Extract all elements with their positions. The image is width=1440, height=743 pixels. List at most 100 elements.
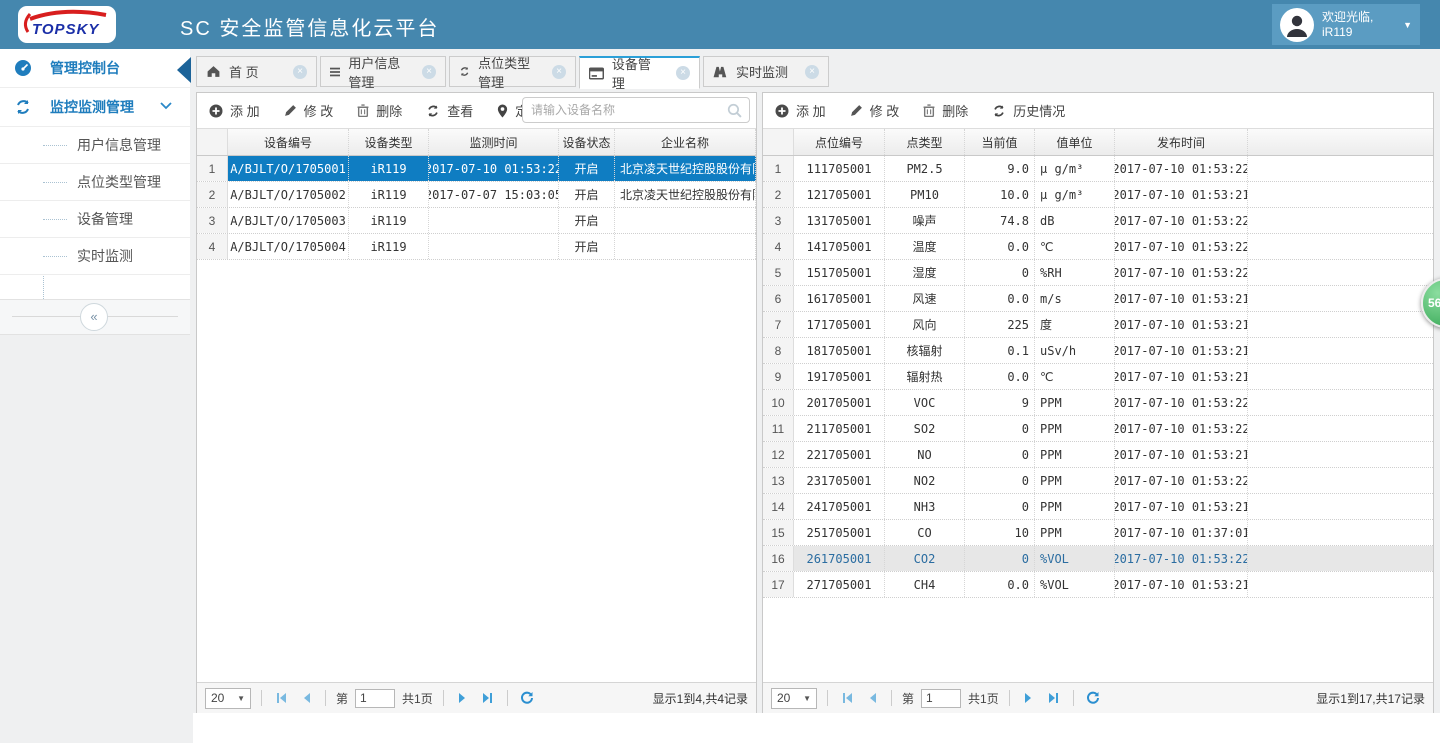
- column-header[interactable]: 企业名称: [615, 129, 756, 155]
- tab-realtime[interactable]: 实时监测 ×: [703, 56, 829, 87]
- sidebar-item-user-info[interactable]: 用户信息管理: [0, 127, 190, 164]
- column-header[interactable]: 发布时间: [1115, 129, 1248, 155]
- table-row[interactable]: 1A/BJLT/O/1705001iR1192017-07-10 01:53:2…: [197, 156, 756, 182]
- table-row[interactable]: 1111705001PM2.59.0μ g/m³2017-07-10 01:53…: [763, 156, 1433, 182]
- table-row[interactable]: 9191705001辐射热0.0℃2017-07-10 01:53:21: [763, 364, 1433, 390]
- table-row[interactable]: 8181705001核辐射0.1uSv/h2017-07-10 01:53:21: [763, 338, 1433, 364]
- close-icon[interactable]: ×: [676, 66, 690, 80]
- page-number-input[interactable]: [921, 689, 961, 708]
- column-header[interactable]: 监测时间: [429, 129, 559, 155]
- tab-user-info[interactable]: 用户信息管理 ×: [320, 56, 446, 87]
- prev-page-button[interactable]: [297, 689, 315, 707]
- sidebar-item-label: 用户信息管理: [77, 135, 161, 155]
- table-row[interactable]: 2121705001PM1010.0μ g/m³2017-07-10 01:53…: [763, 182, 1433, 208]
- point-table: 点位编号点类型当前值值单位发布时间 1111705001PM2.59.0μ g/…: [763, 128, 1433, 683]
- edit-button[interactable]: 修 改: [850, 101, 900, 120]
- table-cell: dB: [1035, 208, 1115, 233]
- table-cell: NO2: [885, 468, 965, 493]
- close-icon[interactable]: ×: [552, 65, 566, 79]
- close-icon[interactable]: ×: [805, 65, 819, 79]
- close-icon[interactable]: ×: [422, 65, 436, 79]
- page-size-select[interactable]: 20 ▼: [205, 688, 251, 709]
- next-page-button[interactable]: [1020, 689, 1038, 707]
- table-cell: CO: [885, 520, 965, 545]
- table-cell: 2017-07-10 01:53:21: [1115, 312, 1248, 337]
- delete-icon: [923, 104, 935, 117]
- tab-point-type[interactable]: 点位类型管理 ×: [449, 56, 576, 87]
- table-cell: [429, 208, 559, 233]
- table-row[interactable]: 11211705001SO20PPM2017-07-10 01:53:22: [763, 416, 1433, 442]
- add-button[interactable]: 添 加: [209, 101, 260, 120]
- edit-button[interactable]: 修 改: [284, 101, 334, 120]
- table-row[interactable]: 14241705001NH30PPM2017-07-10 01:53:21: [763, 494, 1433, 520]
- table-cell: 221705001: [794, 442, 885, 467]
- table-cell: uSv/h: [1035, 338, 1115, 363]
- table-cell: iR119: [349, 156, 429, 181]
- table-cell: VOC: [885, 390, 965, 415]
- table-row[interactable]: 2A/BJLT/O/1705002iR1192017-07-07 15:03:0…: [197, 182, 756, 208]
- table-cell: CH4: [885, 572, 965, 597]
- table-row[interactable]: 4A/BJLT/O/1705004iR119开启: [197, 234, 756, 260]
- table-row[interactable]: 16261705001CO20%VOL2017-07-10 01:53:22: [763, 546, 1433, 572]
- table-row[interactable]: 17271705001CH40.0%VOL2017-07-10 01:53:21: [763, 572, 1433, 598]
- table-row[interactable]: 7171705001风向225度2017-07-10 01:53:21: [763, 312, 1433, 338]
- row-number: 1: [197, 156, 228, 181]
- table-row[interactable]: 15251705001CO10PPM2017-07-10 01:37:01: [763, 520, 1433, 546]
- table-cell: CO2: [885, 546, 965, 571]
- search-input[interactable]: [522, 97, 750, 123]
- table-row[interactable]: 3A/BJLT/O/1705003iR119开启: [197, 208, 756, 234]
- column-header[interactable]: 设备类型: [349, 129, 429, 155]
- tab-label: 用户信息管理: [348, 53, 406, 91]
- table-row[interactable]: 5151705001湿度0%RH2017-07-10 01:53:22: [763, 260, 1433, 286]
- sidebar-item-device[interactable]: 设备管理: [0, 201, 190, 238]
- prev-page-button[interactable]: [863, 689, 881, 707]
- table-row[interactable]: 4141705001温度0.0℃2017-07-10 01:53:22: [763, 234, 1433, 260]
- table-row[interactable]: 6161705001风速0.0m/s2017-07-10 01:53:21: [763, 286, 1433, 312]
- topbar: TOPSKY SC 安全监管信息化云平台 欢迎光临, iR119 ▼: [0, 0, 1440, 49]
- table-row[interactable]: 10201705001VOC9PPM2017-07-10 01:53:22: [763, 390, 1433, 416]
- sidebar-section-dashboard[interactable]: 管理控制台: [0, 49, 190, 88]
- collapse-sidebar-button[interactable]: «: [80, 303, 108, 331]
- table-cell: NH3: [885, 494, 965, 519]
- last-page-button[interactable]: [1045, 689, 1063, 707]
- tabbar: 首 页 × 用户信息管理 × 点位类型管理 × 设备管理 × 实时监测 ×: [196, 56, 829, 87]
- close-icon[interactable]: ×: [293, 65, 307, 79]
- refresh-button[interactable]: [1084, 689, 1102, 707]
- sidebar-item-label: 实时监测: [77, 246, 133, 266]
- sidebar-item-realtime[interactable]: 实时监测: [0, 238, 190, 275]
- column-header[interactable]: 点位编号: [794, 129, 885, 155]
- add-button[interactable]: 添 加: [775, 101, 826, 120]
- page-number-input[interactable]: [355, 689, 395, 708]
- column-header[interactable]: 当前值: [965, 129, 1035, 155]
- first-page-button[interactable]: [272, 689, 290, 707]
- table-row[interactable]: 3131705001噪声74.8dB2017-07-10 01:53:22: [763, 208, 1433, 234]
- refresh-button[interactable]: [518, 689, 536, 707]
- history-button[interactable]: 历史情况: [992, 101, 1065, 120]
- column-header[interactable]: 设备编号: [228, 129, 349, 155]
- sidebar-item-point-type[interactable]: 点位类型管理: [0, 164, 190, 201]
- table-cell: 121705001: [794, 182, 885, 207]
- delete-button[interactable]: 删除: [923, 101, 968, 120]
- row-number: 5: [763, 260, 794, 285]
- sidebar-section-monitoring[interactable]: 监控监测管理: [0, 88, 190, 127]
- tab-home[interactable]: 首 页 ×: [196, 56, 317, 87]
- table-cell: SO2: [885, 416, 965, 441]
- table-cell: A/BJLT/O/1705004: [228, 234, 349, 259]
- user-menu[interactable]: 欢迎光临, iR119 ▼: [1272, 4, 1420, 45]
- row-number: 9: [763, 364, 794, 389]
- table-row[interactable]: 13231705001NO20PPM2017-07-10 01:53:22: [763, 468, 1433, 494]
- table-cell: 2017-07-10 01:53:22: [1115, 208, 1248, 233]
- delete-button[interactable]: 删除: [357, 101, 402, 120]
- table-row[interactable]: 12221705001NO0PPM2017-07-10 01:53:21: [763, 442, 1433, 468]
- tab-device-management[interactable]: 设备管理 ×: [579, 56, 700, 89]
- table-cell: PM10: [885, 182, 965, 207]
- next-page-button[interactable]: [454, 689, 472, 707]
- page-size-select[interactable]: 20 ▼: [771, 688, 817, 709]
- first-page-button[interactable]: [838, 689, 856, 707]
- last-page-button[interactable]: [479, 689, 497, 707]
- column-header[interactable]: 点类型: [885, 129, 965, 155]
- column-header[interactable]: 值单位: [1035, 129, 1115, 155]
- view-button[interactable]: 查看: [426, 101, 473, 120]
- column-header[interactable]: 设备状态: [559, 129, 615, 155]
- topsky-logo: TOPSKY: [18, 6, 116, 43]
